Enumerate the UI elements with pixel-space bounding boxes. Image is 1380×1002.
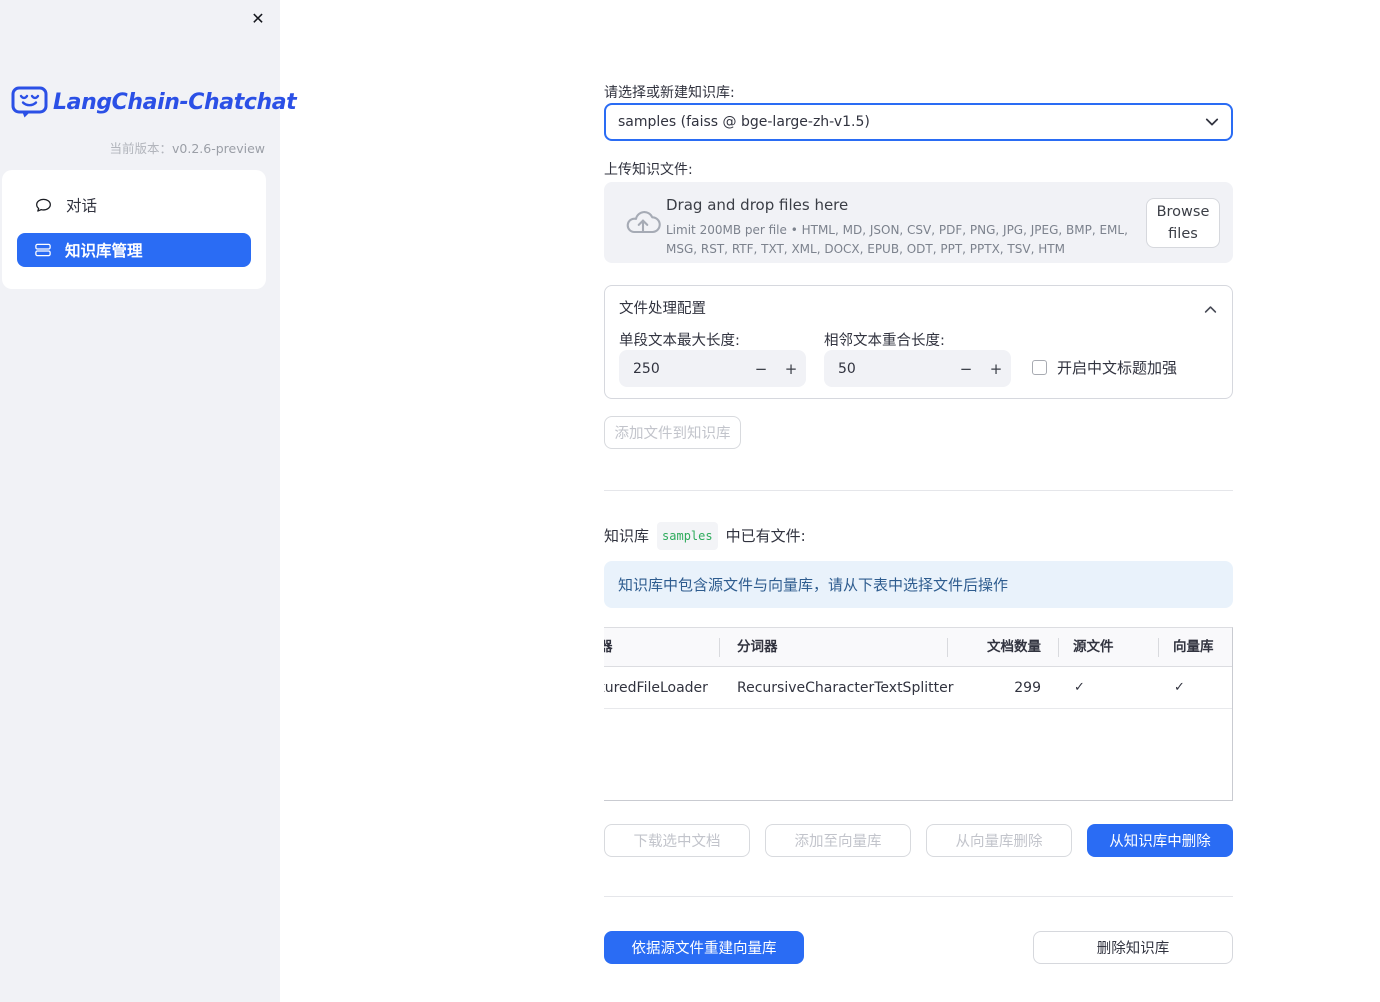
file-uploader-dropzone[interactable]: Drag and drop files here Limit 200MB per… xyxy=(604,182,1233,263)
app-window: ✕ LangChain-Chatchat 当前版本：v0.2.6-preview xyxy=(0,0,1380,1002)
chevron-up-icon xyxy=(1204,299,1217,318)
uploader-text: Drag and drop files here Limit 200MB per… xyxy=(666,196,1144,260)
cell-source-check: ✓ xyxy=(1074,680,1085,695)
kb-select[interactable]: samples (faiss @ bge-large-zh-v1.5) xyxy=(604,103,1233,141)
sidebar-item-kb-label: 知识库管理 xyxy=(65,242,143,260)
chat-bubble-icon xyxy=(34,196,53,215)
sidebar-item-chat-label: 对话 xyxy=(66,197,98,215)
add-to-vector-store-button[interactable]: 添加至向量库 xyxy=(765,824,911,857)
column-separator xyxy=(947,638,948,657)
cell-doc-count: 299 xyxy=(1014,680,1041,696)
plus-button[interactable]: + xyxy=(776,360,806,378)
kb-select-label: 请选择或新建知识库: xyxy=(604,85,735,101)
download-selected-button[interactable]: 下载选中文档 xyxy=(604,824,750,857)
delete-kb-button[interactable]: 删除知识库 xyxy=(1033,931,1233,964)
kb-list-icon xyxy=(34,241,52,259)
delete-from-vector-store-button[interactable]: 从向量库删除 xyxy=(926,824,1072,857)
brand-name: LangChain-Chatchat xyxy=(53,89,297,115)
file-config-expander: 文件处理配置 单段文本最大长度: − + 相邻文本重合长度: − + xyxy=(604,285,1233,399)
column-source-file[interactable]: 源文件 xyxy=(1073,628,1114,667)
cell-loader: UnstructuredFileLoader xyxy=(604,680,708,696)
checkbox-icon xyxy=(1032,360,1047,375)
existing-files-line: 知识库 samples 中已有文件: xyxy=(604,522,806,550)
minus-button[interactable]: − xyxy=(746,360,776,378)
kb-files-table: 文档加载器 分词器 文档数量 源文件 向量库 UnstructuredFileL… xyxy=(604,627,1233,801)
plus-button[interactable]: + xyxy=(981,360,1011,378)
version-text: 当前版本：v0.2.6-preview xyxy=(0,138,265,157)
sidebar-item-chat[interactable]: 对话 xyxy=(17,188,251,222)
overlap-size-value[interactable] xyxy=(824,360,951,377)
column-separator xyxy=(719,638,720,657)
table-header: 文档加载器 分词器 文档数量 源文件 向量库 xyxy=(604,628,1232,667)
column-separator xyxy=(1058,638,1059,657)
column-doc-count[interactable]: 文档数量 xyxy=(987,628,1041,667)
info-banner: 知识库中包含源文件与向量库，请从下表中选择文件后操作 xyxy=(604,561,1233,608)
sidebar-menu: 对话 知识库管理 xyxy=(2,170,266,289)
add-files-button[interactable]: 添加文件到知识库 xyxy=(604,416,741,449)
expander-title: 文件处理配置 xyxy=(619,301,706,317)
existing-suffix: 中已有文件: xyxy=(725,527,806,545)
column-vector-store[interactable]: 向量库 xyxy=(1173,628,1214,667)
column-separator xyxy=(1158,638,1159,657)
expander-header[interactable]: 文件处理配置 xyxy=(605,286,1232,324)
chunk-size-label: 单段文本最大长度: xyxy=(619,333,740,349)
divider xyxy=(604,896,1233,897)
cell-vector-check: ✓ xyxy=(1174,680,1185,695)
browse-files-button[interactable]: Browse files xyxy=(1146,198,1220,248)
chunk-size-value[interactable] xyxy=(619,360,746,377)
chunk-size-input: − + xyxy=(619,350,806,387)
sidebar: ✕ LangChain-Chatchat 当前版本：v0.2.6-preview xyxy=(0,0,297,1002)
rebuild-vector-store-button[interactable]: 依据源文件重建向量库 xyxy=(604,931,804,964)
minus-button[interactable]: − xyxy=(951,360,981,378)
version-label: 当前版本： xyxy=(109,141,172,156)
divider xyxy=(604,490,1233,491)
overlap-size-input: − + xyxy=(824,350,1011,387)
existing-prefix: 知识库 xyxy=(604,527,650,545)
cloud-upload-icon xyxy=(624,208,662,241)
uploader-title: Drag and drop files here xyxy=(666,196,849,214)
checkbox-label: 开启中文标题加强 xyxy=(1057,359,1178,377)
main-content: 请选择或新建知识库: samples (faiss @ bge-large-zh… xyxy=(604,0,1233,1002)
sidebar-close-button[interactable]: ✕ xyxy=(244,4,272,32)
upload-label: 上传知识文件: xyxy=(604,162,693,178)
kb-select-value: samples (faiss @ bge-large-zh-v1.5) xyxy=(618,114,870,130)
version-value: v0.2.6-preview xyxy=(172,141,265,156)
overlap-size-label: 相邻文本重合长度: xyxy=(824,333,945,349)
sidebar-item-kb-management[interactable]: 知识库管理 xyxy=(17,233,251,267)
brand-logo: LangChain-Chatchat xyxy=(11,86,297,118)
column-splitter[interactable]: 分词器 xyxy=(737,628,778,667)
uploader-limits: Limit 200MB per file • HTML, MD, JSON, C… xyxy=(666,223,1128,257)
column-loader[interactable]: 文档加载器 xyxy=(604,628,719,667)
table-row[interactable]: UnstructuredFileLoader RecursiveCharacte… xyxy=(604,667,1232,709)
cell-splitter: RecursiveCharacterTextSplitter xyxy=(737,680,954,696)
kb-name-code: samples xyxy=(657,522,718,550)
delete-from-kb-button[interactable]: 从知识库中删除 xyxy=(1087,824,1233,857)
chatchat-logo-icon xyxy=(11,86,48,118)
chevron-down-icon xyxy=(1205,117,1219,127)
zh-title-enhance-checkbox[interactable]: 开启中文标题加强 xyxy=(1032,357,1177,378)
